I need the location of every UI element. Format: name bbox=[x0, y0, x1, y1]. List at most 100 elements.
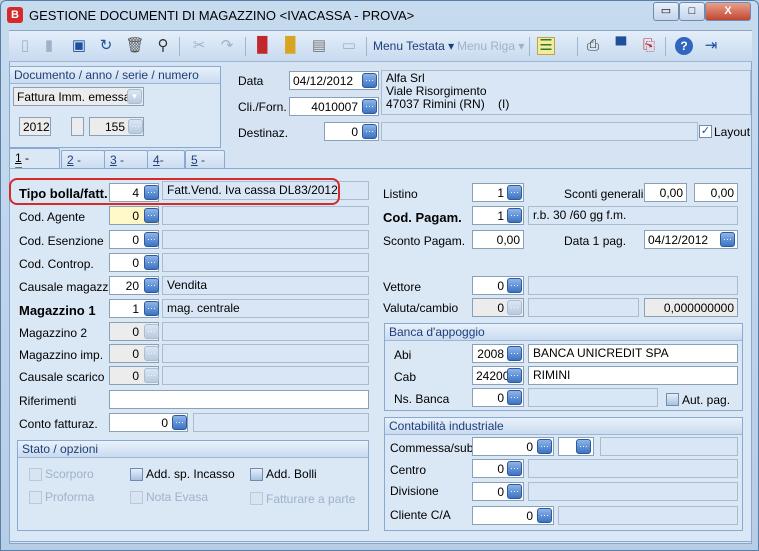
fatturare-checkbox[interactable] bbox=[250, 492, 263, 505]
series-field[interactable] bbox=[71, 117, 84, 136]
stato-group: Stato / opzioni bbox=[17, 440, 369, 531]
listino-label: Listino bbox=[383, 187, 418, 201]
divisione-desc bbox=[528, 482, 738, 501]
scarico-desc bbox=[162, 366, 369, 385]
copy-document-icon[interactable]: ▮ bbox=[39, 36, 59, 56]
conto-desc bbox=[193, 413, 369, 432]
tab-piede[interactable]: 3 - Piede bbox=[104, 150, 148, 181]
exit-icon[interactable]: ⇥ bbox=[701, 36, 721, 56]
sconto1-field[interactable]: 0,00 bbox=[644, 183, 687, 202]
year-field[interactable]: 2012 bbox=[19, 117, 51, 136]
riferimenti-label: Riferimenti bbox=[19, 394, 77, 408]
banca-group-title: Banca d'appoggio bbox=[385, 324, 742, 341]
pagam-lookup-button[interactable]: ··· bbox=[507, 208, 522, 223]
causale-lookup-button[interactable]: ··· bbox=[144, 278, 159, 293]
layout-label: Layout bbox=[714, 125, 751, 139]
keyboard-icon[interactable]: ▭ bbox=[339, 36, 359, 56]
cambio-field[interactable]: 0,000000000 bbox=[644, 298, 738, 317]
scarico-lookup-button[interactable]: ··· bbox=[144, 368, 159, 383]
number-lookup-button[interactable]: ··· bbox=[128, 119, 143, 134]
chevron-down-icon[interactable]: ▾ bbox=[127, 89, 142, 104]
commessa-lookup-button[interactable]: ··· bbox=[537, 439, 552, 454]
monitor-icon[interactable]: ▀ bbox=[611, 36, 631, 56]
sconto2-field[interactable]: 0,00 bbox=[694, 183, 738, 202]
tab-corpo[interactable]: 2 - Corpo bbox=[61, 150, 105, 181]
mag1-lookup-button[interactable]: ··· bbox=[144, 301, 159, 316]
tab-key: 1 bbox=[15, 151, 22, 165]
list-options-icon[interactable]: ☰ bbox=[537, 37, 555, 55]
sconto-pagam-label: Sconto Pagam. bbox=[383, 234, 466, 248]
add-bolli-checkbox[interactable] bbox=[250, 468, 263, 481]
document-group-title: Documento / anno / serie / numero bbox=[10, 67, 220, 84]
minimize-button[interactable]: ▭ bbox=[653, 2, 679, 21]
mag2-lookup-button[interactable]: ··· bbox=[144, 324, 159, 339]
esenzione-lookup-button[interactable]: ··· bbox=[144, 232, 159, 247]
red-book-icon[interactable]: ▉ bbox=[253, 36, 273, 56]
document-icon[interactable]: ▤ bbox=[309, 36, 329, 56]
binoculars-icon[interactable]: ⚲ bbox=[153, 36, 173, 56]
divisione-lookup-button[interactable]: ··· bbox=[507, 484, 522, 499]
date-picker-button[interactable]: ··· bbox=[362, 73, 377, 88]
conto-lookup-button[interactable]: ··· bbox=[172, 415, 187, 430]
menu-riga[interactable]: Menu Riga ▾ bbox=[457, 39, 524, 53]
cut-icon[interactable]: ✂ bbox=[189, 36, 209, 56]
window-title: GESTIONE DOCUMENTI DI MAGAZZINO <IVACASS… bbox=[29, 8, 415, 23]
data1-picker-button[interactable]: ··· bbox=[720, 232, 735, 247]
cliente-ca-desc bbox=[558, 506, 738, 525]
agente-lookup-button[interactable]: ··· bbox=[144, 208, 159, 223]
scarico-label: Causale scarico bbox=[19, 370, 105, 384]
stato-group-title: Stato / opzioni bbox=[18, 441, 368, 458]
cliente-ca-lookup-button[interactable]: ··· bbox=[537, 508, 552, 523]
separator bbox=[665, 37, 666, 56]
nota-evasa-label: Nota Evasa bbox=[146, 490, 209, 504]
client-address: Alfa Srl Viale Risorgimento 47037 Rimini… bbox=[381, 70, 751, 115]
layout-checkbox[interactable]: ✓ bbox=[699, 125, 712, 138]
pdf-icon[interactable]: ⎘ bbox=[639, 36, 659, 56]
close-button[interactable]: X bbox=[705, 2, 751, 21]
delete-icon[interactable]: 🗑 bbox=[125, 36, 145, 56]
new-document-icon[interactable]: ▯ bbox=[15, 36, 35, 56]
tab-note[interactable]: 5 - Note bbox=[185, 150, 225, 181]
ns-banca-lookup-button[interactable]: ··· bbox=[507, 390, 522, 405]
cliforn-lookup-button[interactable]: ··· bbox=[362, 99, 377, 114]
fatturare-label: Fatturare a parte bbox=[266, 492, 356, 506]
cliforn-label: Cli./Forn. bbox=[238, 100, 287, 114]
aut-pag-checkbox[interactable] bbox=[666, 393, 679, 406]
listino-lookup-button[interactable]: ··· bbox=[507, 185, 522, 200]
tab-testata[interactable]: 1 - Testata bbox=[9, 148, 60, 179]
riferimenti-field[interactable] bbox=[109, 390, 369, 409]
tab-varie[interactable]: 4- Varie bbox=[147, 150, 185, 181]
abi-lookup-button[interactable]: ··· bbox=[507, 346, 522, 361]
controp-lookup-button[interactable]: ··· bbox=[144, 255, 159, 270]
ns-banca-desc bbox=[528, 388, 658, 407]
mag2-label: Magazzino 2 bbox=[19, 326, 88, 340]
cab-lookup-button[interactable]: ··· bbox=[507, 368, 522, 383]
nota-evasa-checkbox[interactable] bbox=[130, 491, 143, 504]
document-type-select[interactable]: Fattura Imm. emessa bbox=[13, 87, 144, 106]
maximize-button[interactable]: □ bbox=[679, 2, 705, 21]
print-icon[interactable]: ⎙ bbox=[583, 36, 603, 56]
subc-lookup-button[interactable]: ··· bbox=[576, 439, 591, 454]
add-incasso-checkbox[interactable] bbox=[130, 468, 143, 481]
proforma-checkbox[interactable] bbox=[29, 491, 42, 504]
undo-icon[interactable]: ↻ bbox=[96, 36, 116, 56]
help-icon[interactable]: ? bbox=[675, 37, 693, 55]
centro-label: Centro bbox=[390, 463, 427, 477]
valuta-lookup-button[interactable]: ··· bbox=[507, 300, 522, 315]
app-icon: B bbox=[7, 7, 23, 23]
divisione-label: Divisione bbox=[390, 484, 439, 498]
cab-label: Cab bbox=[394, 370, 417, 384]
yellow-book-icon[interactable]: ▉ bbox=[281, 36, 301, 56]
destinaz-lookup-button[interactable]: ··· bbox=[362, 124, 377, 139]
redo-icon[interactable]: ↷ bbox=[217, 36, 237, 56]
centro-lookup-button[interactable]: ··· bbox=[507, 461, 522, 476]
menu-testata[interactable]: Menu Testata ▾ bbox=[373, 39, 454, 53]
document-type-value: Fattura Imm. emessa bbox=[17, 90, 131, 104]
scorporo-checkbox[interactable] bbox=[29, 468, 42, 481]
controp-desc bbox=[162, 253, 369, 272]
sconto-pagam-field[interactable]: 0,00 bbox=[472, 230, 524, 249]
magimp-lookup-button[interactable]: ··· bbox=[144, 346, 159, 361]
pagam-label: Cod. Pagam. bbox=[383, 210, 462, 225]
vettore-lookup-button[interactable]: ··· bbox=[507, 278, 522, 293]
save-icon[interactable]: ▣ bbox=[69, 36, 89, 56]
